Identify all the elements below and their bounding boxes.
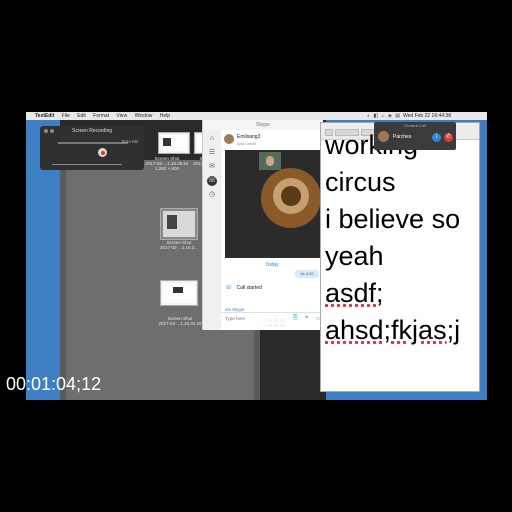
- recorder-size: Zero KB: [121, 139, 138, 144]
- screenshot-label-3: Screen Shot 2017-02-...1.16.3...: [154, 240, 204, 250]
- skype-window: Skype ⌂ ☰ ✉ ☏ ◷ Emilsang3 Add Credit Tod…: [202, 120, 323, 330]
- document-body[interactable]: working circus i believe so yeah asdf; a…: [325, 130, 477, 349]
- strip-label-2: ...1.16.29.06: [260, 323, 286, 328]
- self-video-bubble[interactable]: [261, 168, 321, 228]
- text-line: circus: [325, 167, 396, 197]
- record-icon: [100, 150, 105, 155]
- call-started-label: Call started: [236, 285, 262, 291]
- home-icon[interactable]: ⌂: [207, 134, 217, 144]
- menu-app-name[interactable]: TextEdit: [35, 113, 54, 119]
- current-call-notification[interactable]: Current Call Parches i ✆: [374, 122, 456, 150]
- message-bubble: 6s 4:20: [295, 270, 319, 278]
- menu-item-edit[interactable]: Edit: [77, 113, 86, 119]
- screen-recording-panel[interactable]: Screen Recording Zero KB: [40, 126, 144, 170]
- contacts-icon[interactable]: ☰: [207, 148, 217, 158]
- contact-name: Emilsang3: [237, 134, 261, 140]
- record-stop-button[interactable]: [98, 148, 107, 157]
- shot-date: 2017-02-...1.16.3...: [159, 245, 199, 250]
- contact-header[interactable]: Emilsang3 Add Credit: [221, 130, 323, 151]
- contact-avatar: [224, 134, 234, 144]
- hang-up-icon[interactable]: ✆: [444, 133, 453, 142]
- screenshot-thumb-3[interactable]: [160, 208, 198, 240]
- recorder-title: Screen Recording: [71, 128, 113, 134]
- screenshot-label-4: Screen Shot 2017-03-...1.16.34.20: [150, 316, 210, 326]
- caller-name: Parches: [393, 134, 412, 140]
- shot-date: 2017-03-...1.16.34.20: [158, 321, 202, 326]
- textedit-window[interactable]: working circus i believe so yeah asdf; a…: [320, 122, 480, 392]
- menu-item-format[interactable]: Format: [93, 113, 109, 119]
- video-call-area[interactable]: [225, 150, 323, 258]
- date-divider: Today: [265, 262, 279, 268]
- thumb-detail: [163, 138, 171, 146]
- video-timecode: 00:01:04;12: [6, 374, 102, 394]
- menu-bar: TextEdit File Edit Format View Window He…: [26, 112, 487, 120]
- calls-icon[interactable]: ☏: [207, 176, 217, 186]
- skype-nav-rail: ⌂ ☰ ✉ ☏ ◷: [203, 130, 221, 330]
- thumb-preview: [163, 283, 195, 303]
- phone-icon: ☏: [225, 285, 233, 291]
- screenshot-thumb-1[interactable]: [158, 132, 190, 154]
- status-icons[interactable]: ◐ ◧ ⌂ ◈ ▤: [367, 112, 401, 120]
- text-line: i believe so: [325, 204, 461, 234]
- call-started-row: ☏ Call started: [225, 284, 262, 291]
- menu-item-file[interactable]: File: [62, 113, 70, 119]
- menu-clock[interactable]: Wed Feb 22 16:44:38: [403, 112, 451, 120]
- remote-face: [266, 156, 274, 166]
- menu-item-view[interactable]: View: [116, 113, 127, 119]
- recorder-track: [58, 142, 128, 144]
- info-icon[interactable]: i: [432, 133, 441, 142]
- shot-dims: 1,280 × 800: [155, 166, 179, 171]
- chat-icon[interactable]: ✉: [207, 162, 217, 172]
- menu-item-help[interactable]: Help: [160, 113, 170, 119]
- volume-slider[interactable]: [52, 164, 122, 165]
- screenshot-thumb-4[interactable]: [160, 280, 198, 306]
- thumb-detail: [173, 287, 183, 293]
- skype-title: Skype: [203, 120, 323, 130]
- self-detail: [281, 186, 301, 206]
- history-icon[interactable]: ◷: [207, 190, 217, 200]
- text-line: ahsd;fkjas;j: [325, 315, 461, 345]
- call-title: Current Call: [404, 123, 426, 128]
- thumb-detail: [167, 215, 177, 229]
- menu-item-window[interactable]: Window: [135, 113, 153, 119]
- screenshot-strip: ...1.16.31.20 ...1.16.29.06: [260, 318, 326, 332]
- timecode-progress: [26, 397, 60, 399]
- remote-video: [259, 152, 281, 170]
- video-frame: TextEdit File Edit Format View Window He…: [0, 0, 512, 512]
- caller-avatar: [378, 131, 389, 142]
- text-line: yeah: [325, 241, 384, 271]
- screenshot-label-1: Screen Shot 2017-02-...1.16.36.54 1,280 …: [140, 156, 194, 171]
- contact-subtitle[interactable]: Add Credit: [237, 141, 256, 146]
- text-line: asdf;: [325, 278, 384, 308]
- desktop-screen: TextEdit File Edit Format View Window He…: [26, 112, 487, 400]
